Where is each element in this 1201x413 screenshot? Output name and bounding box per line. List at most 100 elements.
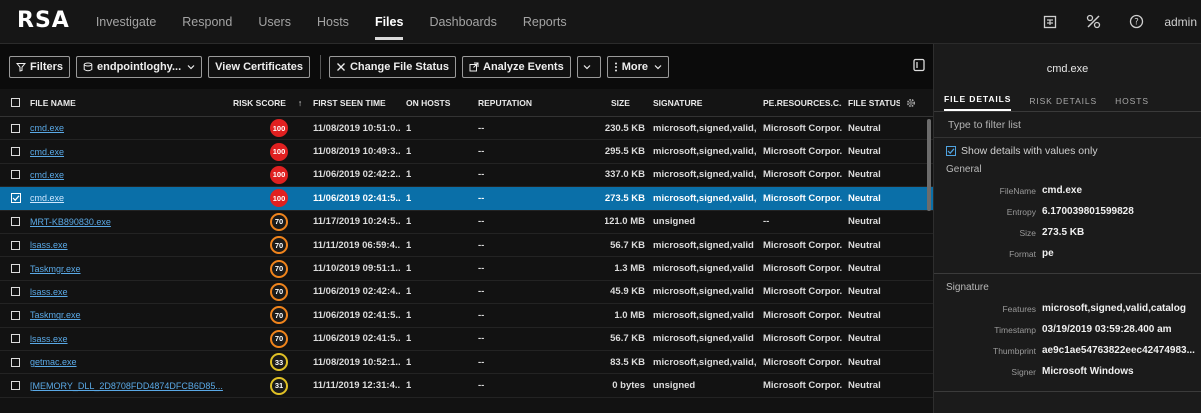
checkbox-icon <box>11 334 20 344</box>
risk-score-cell: 33 <box>227 351 307 374</box>
table-row[interactable]: MRT-KB890830.exe 70 11/17/2019 10:24:5... 1… <box>0 210 933 234</box>
row-checkbox[interactable] <box>0 117 24 140</box>
row-checkbox[interactable] <box>0 140 24 163</box>
file-name-link[interactable]: cmd.exe <box>30 147 64 157</box>
column-on-hosts[interactable]: ON HOSTS <box>400 89 472 117</box>
file-name-link[interactable]: [MEMORY_DLL_2D8708FDD4874DFCB6D85... <box>30 381 223 391</box>
file-name-link[interactable]: Taskmgr.exe <box>30 310 81 320</box>
more-actions-button[interactable]: More <box>606 55 669 78</box>
table-row[interactable]: getmac.exe 33 11/08/2019 10:52:1... 1 -- 83.5… <box>0 350 933 375</box>
tab-risk-details[interactable]: RISK DETAILS <box>1029 96 1097 111</box>
file-name-link[interactable]: cmd.exe <box>30 123 64 133</box>
column-file-status[interactable]: FILE STATUS <box>842 89 900 117</box>
file-name-link[interactable]: lsass.exe <box>30 240 68 250</box>
risk-score-badge: 70 <box>270 236 288 255</box>
toolbar: Filters endpointloghy... View Certificat… <box>0 44 933 89</box>
view-certificates-button[interactable]: View Certificates <box>208 55 310 78</box>
file-name-link[interactable]: lsass.exe <box>30 334 68 344</box>
column-file-name[interactable]: FILE NAME <box>24 89 227 117</box>
table-row[interactable]: lsass.exe 70 11/06/2019 02:42:4... 1 -- 45.9 … <box>0 280 933 305</box>
help-icon[interactable]: ? <box>1128 14 1144 30</box>
checkbox-icon <box>11 381 20 390</box>
detail-key: Signer <box>1011 366 1036 377</box>
filter-list-input[interactable]: Type to filter list <box>934 112 1201 138</box>
column-risk-score[interactable]: RISK SCORE ↑ <box>227 89 307 117</box>
user-menu[interactable]: admin <box>1164 15 1197 29</box>
file-name-link[interactable]: MRT-KB890830.exe <box>30 217 111 227</box>
analyze-events-dropdown[interactable] <box>576 55 601 78</box>
row-checkbox[interactable] <box>0 304 24 327</box>
tab-hosts[interactable]: HOSTS <box>1115 96 1149 111</box>
pe-resources-cell: -- <box>763 216 770 228</box>
risk-score-cell: 100 <box>227 117 307 140</box>
file-name-link[interactable]: cmd.exe <box>30 193 64 203</box>
nav-reports[interactable]: Reports <box>523 0 567 44</box>
panel-toggle-icon[interactable] <box>913 58 925 75</box>
show-values-checkbox[interactable]: Show details with values only <box>934 138 1201 164</box>
nav-files[interactable]: Files <box>374 0 403 44</box>
tab-file-details[interactable]: FILE DETAILS <box>944 94 1012 111</box>
select-all-checkbox[interactable] <box>0 89 24 117</box>
rsa-logo[interactable]: RSA <box>17 8 70 33</box>
row-checkbox[interactable] <box>0 234 24 257</box>
row-checkbox[interactable] <box>0 374 24 397</box>
checkbox-icon <box>11 287 20 297</box>
nav-dashboards[interactable]: Dashboards <box>429 0 496 44</box>
signature-cell: microsoft,signed,valid <box>653 309 754 321</box>
source-label: endpointloghy... <box>97 60 182 73</box>
nav-respond[interactable]: Respond <box>182 0 232 44</box>
file-name-link[interactable]: lsass.exe <box>30 287 68 297</box>
size-cell: 337.0 KB <box>605 169 645 181</box>
row-checkbox[interactable] <box>0 163 24 186</box>
row-checkbox[interactable] <box>0 210 24 233</box>
table-row[interactable]: cmd.exe 100 11/06/2019 02:41:5... 1 -- 273.5 … <box>0 187 933 211</box>
risk-score-cell: 70 <box>227 210 307 233</box>
reputation-cell: -- <box>478 169 485 181</box>
table-row[interactable]: cmd.exe 100 11/06/2019 02:42:2... 1 -- 337.0 … <box>0 163 933 188</box>
signature-cell: microsoft,signed,valid,ca... <box>653 192 757 204</box>
size-cell: 1.3 MB <box>614 263 645 275</box>
first-seen-cell: 11/08/2019 10:52:1... <box>313 356 400 368</box>
file-name-link[interactable]: getmac.exe <box>30 357 77 367</box>
reputation-cell: -- <box>478 192 485 204</box>
risk-score-badge: 70 <box>270 282 288 301</box>
nav-investigate[interactable]: Investigate <box>96 0 156 44</box>
column-reputation[interactable]: REPUTATION <box>472 89 605 117</box>
top-navigation: RSA Investigate Respond Users Hosts File… <box>0 0 1201 44</box>
table-row[interactable]: [MEMORY_DLL_2D8708FDD4874DFCB6D85... 31 11… <box>0 374 933 398</box>
row-checkbox[interactable] <box>0 351 24 374</box>
file-name-link[interactable]: cmd.exe <box>30 170 64 180</box>
row-checkbox[interactable] <box>0 187 24 210</box>
file-name-cell: cmd.exe <box>24 187 227 210</box>
row-checkbox[interactable] <box>0 280 24 303</box>
table-row[interactable]: Taskmgr.exe 70 11/06/2019 02:41:5... 1 -- 1.0… <box>0 304 933 328</box>
column-pe-resources[interactable]: PE.RESOURCES.C... <box>757 89 842 117</box>
table-row[interactable]: cmd.exe 100 11/08/2019 10:49:3... 1 -- 295.5 … <box>0 140 933 164</box>
on-hosts-cell: 1 <box>406 309 412 321</box>
table-row[interactable]: lsass.exe 70 11/06/2019 02:41:5... 1 -- 56.7 … <box>0 327 933 351</box>
column-size[interactable]: SIZE <box>605 89 647 117</box>
row-checkbox[interactable] <box>0 327 24 350</box>
detail-row: Features microsoft,signed,valid,catalog <box>934 298 1201 319</box>
column-first-seen[interactable]: FIRST SEEN TIME <box>307 89 400 117</box>
tools-icon[interactable] <box>1085 14 1101 30</box>
table-row[interactable]: lsass.exe 70 11/11/2019 06:59:4... 1 -- 56.7 … <box>0 233 933 258</box>
table-row[interactable]: Taskmgr.exe 70 11/10/2019 09:51:1... 1 -- 1.3… <box>0 257 933 281</box>
checkbox-icon <box>11 147 20 157</box>
table-scrollbar[interactable] <box>927 119 931 211</box>
size-cell: 1.0 MB <box>614 309 645 321</box>
table-row[interactable]: cmd.exe 100 11/08/2019 10:51:0... 1 -- 230.5 … <box>0 117 933 141</box>
report-icon[interactable] <box>1042 14 1058 30</box>
file-status-cell: Neutral <box>848 333 881 345</box>
file-name-link[interactable]: Taskmgr.exe <box>30 264 81 274</box>
analyze-events-button[interactable]: Analyze Events <box>462 55 571 78</box>
column-settings-icon[interactable] <box>900 89 920 117</box>
filters-button[interactable]: Filters <box>9 55 71 78</box>
file-name-cell: Taskmgr.exe <box>24 304 227 327</box>
nav-users[interactable]: Users <box>258 0 291 44</box>
column-signature[interactable]: SIGNATURE <box>647 89 757 117</box>
change-file-status-button[interactable]: Change File Status <box>328 55 457 78</box>
nav-hosts[interactable]: Hosts <box>317 0 349 44</box>
row-checkbox[interactable] <box>0 257 24 280</box>
source-dropdown[interactable]: endpointloghy... <box>76 55 203 78</box>
